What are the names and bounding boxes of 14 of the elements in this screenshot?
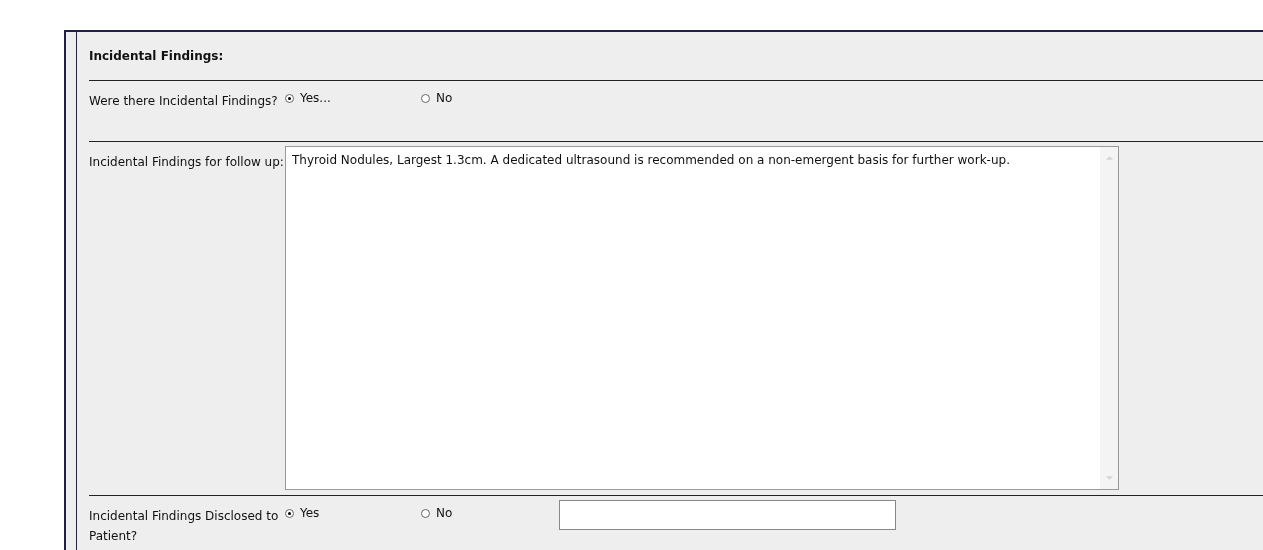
text-field[interactable] xyxy=(559,500,896,530)
field-label: Incidental Findings Disclosed to Patient? xyxy=(89,508,280,545)
field-label: Incidental Findings for follow up: xyxy=(89,154,285,171)
radio-button-icon[interactable] xyxy=(421,93,430,103)
section-title: Incidental Findings: xyxy=(89,49,224,63)
radio-option[interactable]: No xyxy=(421,504,557,522)
radio-button-icon[interactable] xyxy=(421,508,430,518)
field-label: Were there Incidental Findings? xyxy=(89,93,279,110)
radio-option[interactable]: No xyxy=(421,89,557,107)
radio-button-icon[interactable] xyxy=(285,93,294,103)
radio-option[interactable]: Yes... xyxy=(285,89,421,107)
text-area[interactable]: Thyroid Nodules, Largest 1.3cm. A dedicated ultrasound is recommended on a non-emergent basis for further work-up. xyxy=(285,146,1119,490)
radio-button-icon[interactable] xyxy=(285,508,294,518)
radio-option[interactable]: Yes xyxy=(285,504,421,522)
